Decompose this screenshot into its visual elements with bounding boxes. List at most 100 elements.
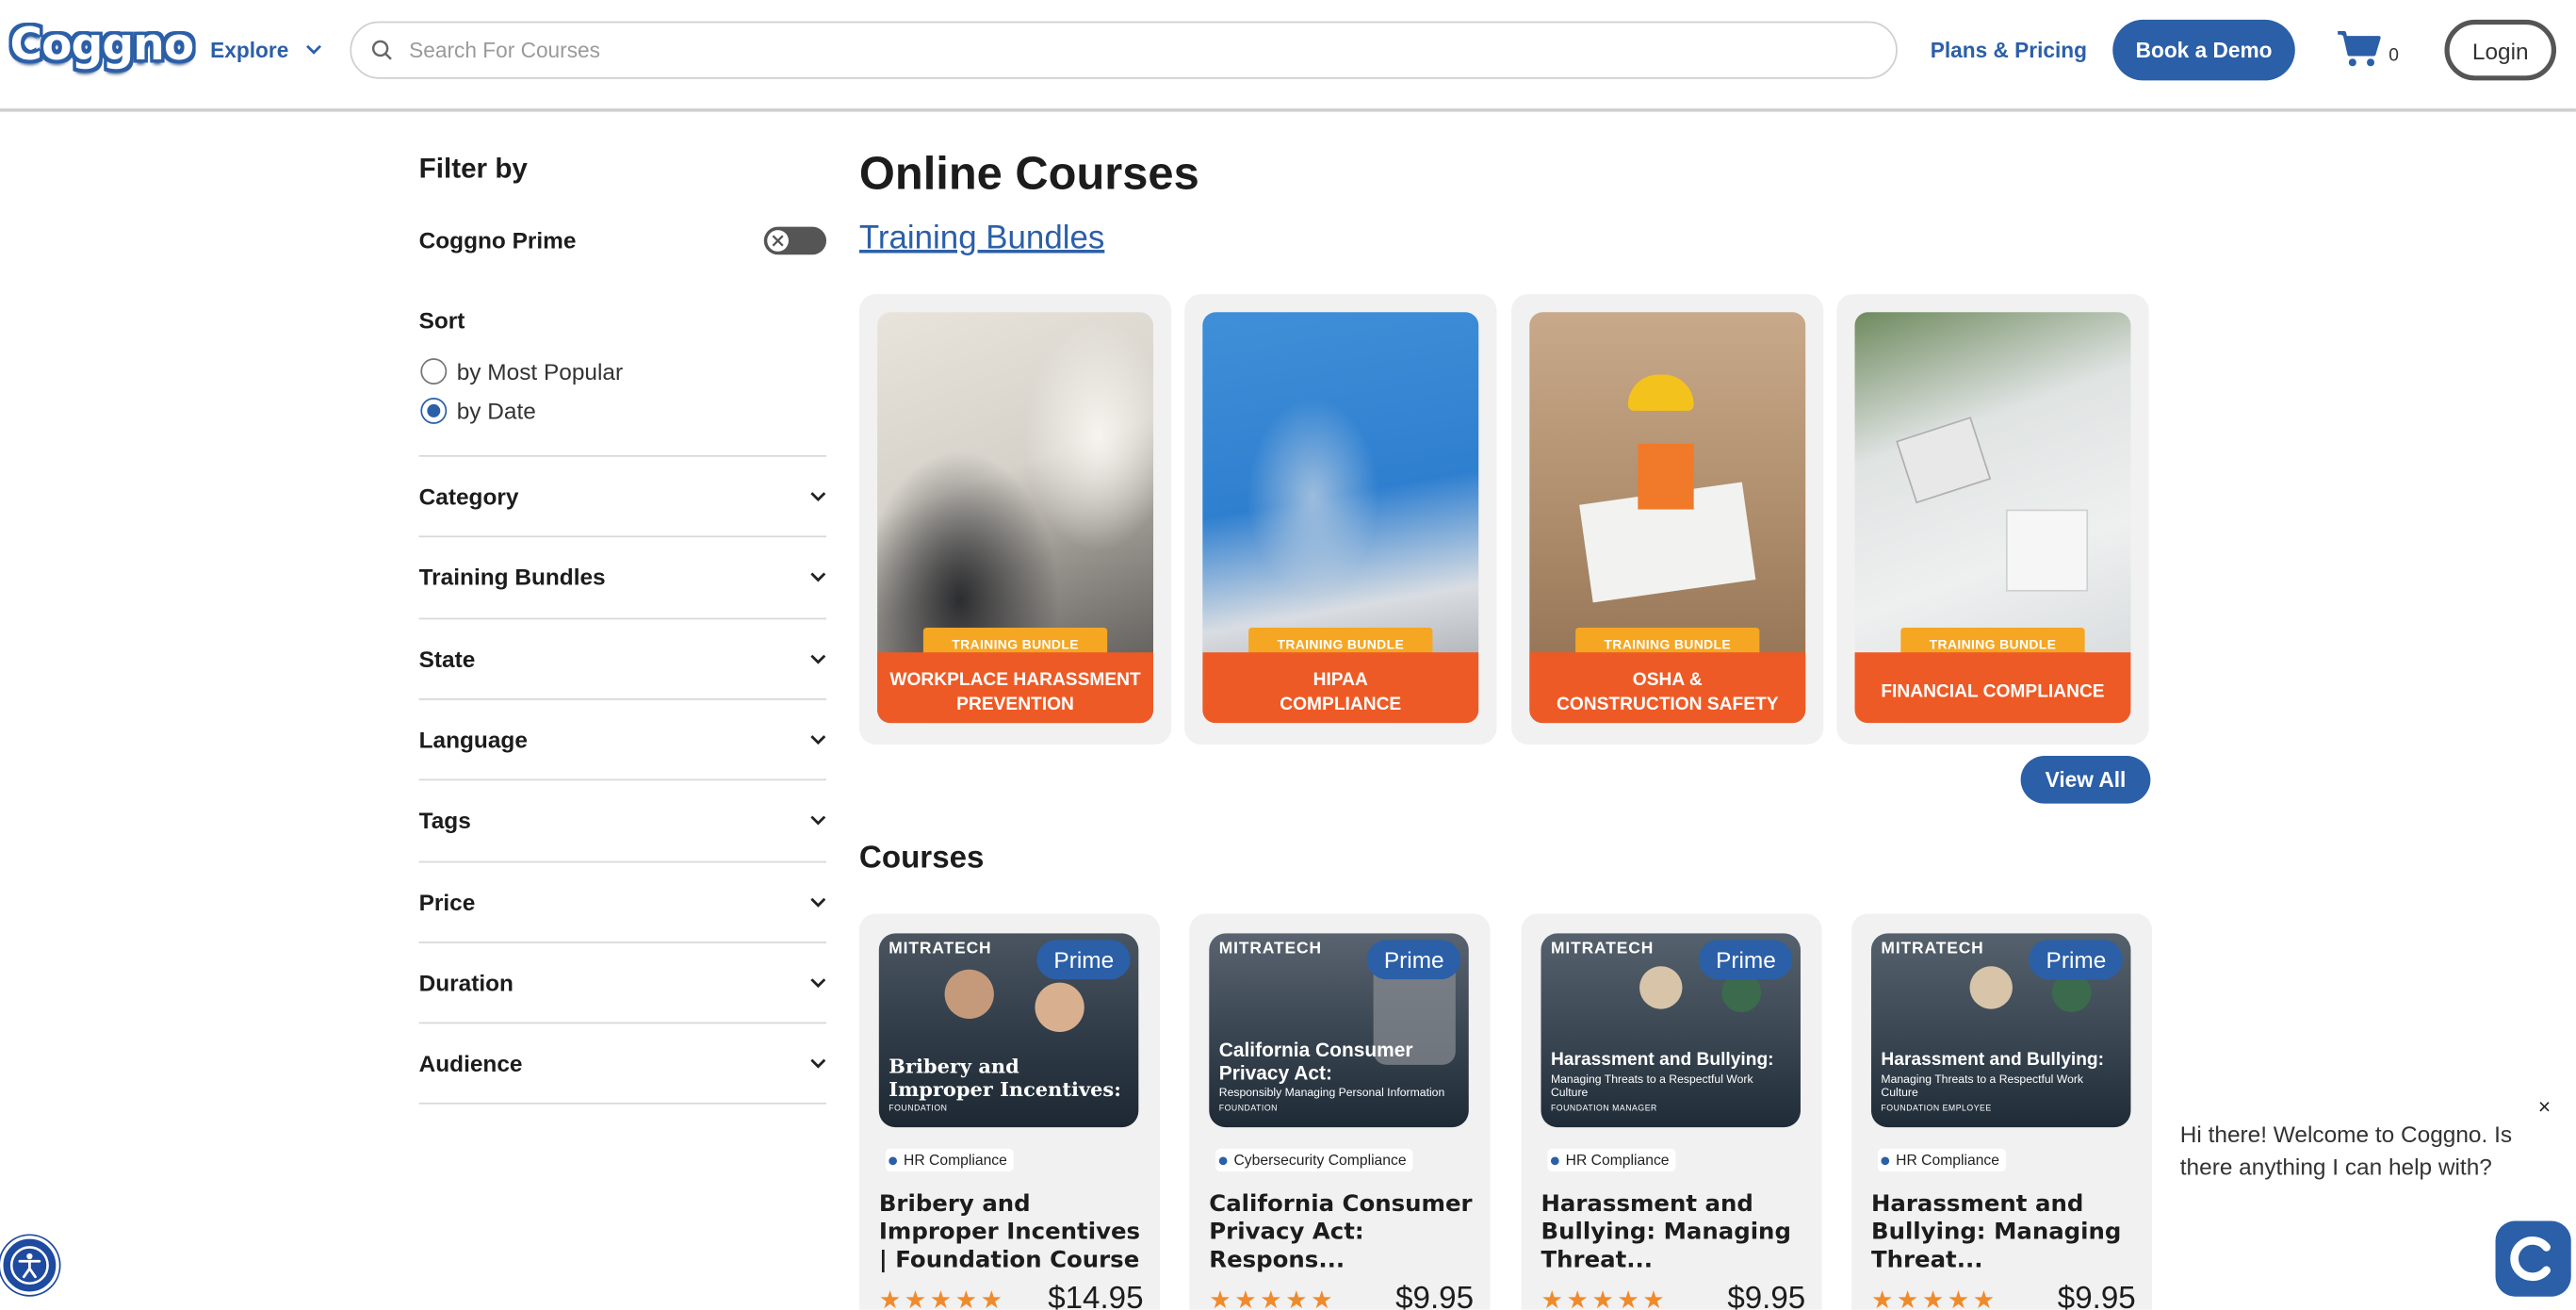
sort-option-label: by Most Popular bbox=[456, 358, 624, 385]
category-tag: HR Compliance bbox=[1547, 1148, 1676, 1172]
cart-button[interactable]: 0 bbox=[2336, 29, 2399, 69]
chat-icon bbox=[2510, 1236, 2551, 1282]
course-image: MITRATECH Prime California Consumer Priv… bbox=[1209, 933, 1469, 1128]
course-card[interactable]: MITRATECH Prime California Consumer Priv… bbox=[1189, 913, 1491, 1310]
category-label: HR Compliance bbox=[903, 1152, 1007, 1169]
image-title: Bribery and Improper Incentives: bbox=[889, 1055, 1121, 1102]
image-title: Harassment and Bullying: bbox=[1881, 1050, 2105, 1071]
plans-pricing-link[interactable]: Plans & Pricing bbox=[1931, 38, 2087, 62]
explore-label: Explore bbox=[210, 38, 289, 63]
close-icon bbox=[772, 235, 784, 247]
sort-title: Sort bbox=[418, 307, 465, 334]
facet-label: Duration bbox=[418, 969, 514, 996]
facet-label: Category bbox=[418, 483, 519, 510]
search-bar bbox=[350, 21, 1898, 79]
chat-message: Hi there! Welcome to Coggno. Is there an… bbox=[2179, 1121, 2513, 1180]
course-card[interactable]: MITRATECH Prime Harassment and Bullying:… bbox=[1521, 913, 1822, 1310]
star-icon: ★ bbox=[1947, 1286, 1970, 1310]
course-name[interactable]: Harassment and Bullying: Managing Threat… bbox=[1871, 1191, 2137, 1275]
course-rating: ★ ★ ★ ★ ★ bbox=[1541, 1285, 1664, 1309]
bundle-title-line: OSHA & bbox=[1632, 669, 1703, 690]
courses-title: Courses bbox=[858, 841, 985, 876]
category-tag: HR Compliance bbox=[1877, 1148, 2006, 1172]
chevron-down-icon bbox=[810, 977, 826, 988]
course-price: $9.95 bbox=[1395, 1282, 1475, 1310]
category-dot bbox=[1881, 1155, 1890, 1165]
sort-option-label: by Date bbox=[456, 397, 536, 424]
course-card[interactable]: MITRATECH Prime Bribery and Improper Inc… bbox=[858, 913, 1160, 1310]
facet-state[interactable]: State bbox=[418, 617, 827, 698]
course-card[interactable]: MITRATECH Prime Harassment and Bullying:… bbox=[1851, 913, 2153, 1310]
facet-price[interactable]: Price bbox=[418, 860, 827, 942]
category-tag: HR Compliance bbox=[885, 1148, 1014, 1172]
category-dot bbox=[889, 1155, 898, 1165]
star-icon: ★ bbox=[1617, 1286, 1639, 1310]
image-tag: FOUNDATION bbox=[1218, 1104, 1278, 1115]
star-icon: ★ bbox=[1209, 1286, 1231, 1310]
star-icon: ★ bbox=[1234, 1286, 1257, 1310]
radio-by-date[interactable] bbox=[420, 397, 448, 424]
course-image-title: Bribery and Improper Incentives: FOUNDAT… bbox=[889, 1055, 1129, 1114]
facet-training-bundles[interactable]: Training Bundles bbox=[418, 535, 827, 615]
course-price: $14.95 bbox=[1048, 1282, 1144, 1310]
star-icon: ★ bbox=[1972, 1286, 1996, 1310]
view-all-button[interactable]: View All bbox=[2020, 756, 2151, 804]
book-demo-button[interactable]: Book a Demo bbox=[2112, 19, 2295, 81]
facet-duration[interactable]: Duration bbox=[418, 942, 827, 1022]
facet-category[interactable]: Category bbox=[418, 454, 827, 535]
coggno-prime-label: Coggno Prime bbox=[418, 226, 577, 254]
search-input[interactable] bbox=[409, 38, 1822, 63]
chevron-down-icon bbox=[810, 734, 826, 745]
bundle-card-hipaa[interactable]: TRAINING BUNDLE HIPAA COMPLIANCE bbox=[1184, 294, 1497, 745]
category-label: HR Compliance bbox=[1565, 1152, 1670, 1169]
chevron-down-icon bbox=[810, 571, 826, 581]
sort-most-popular[interactable]: by Most Popular bbox=[420, 358, 623, 385]
image-title: Harassment and Bullying: bbox=[1550, 1050, 1774, 1071]
facet-tags[interactable]: Tags bbox=[418, 778, 827, 859]
star-icon: ★ bbox=[904, 1286, 927, 1310]
bundle-card-financial[interactable]: TRAINING BUNDLE FINANCIAL COMPLIANCE bbox=[1836, 294, 2149, 745]
star-icon: ★ bbox=[1591, 1286, 1614, 1310]
star-icon: ★ bbox=[1896, 1286, 1919, 1310]
brand-label: MITRATECH bbox=[1550, 940, 1655, 958]
coggno-prime-toggle[interactable] bbox=[763, 226, 827, 255]
brand-label: MITRATECH bbox=[1881, 940, 1984, 958]
bundle-title: HIPAA COMPLIANCE bbox=[1202, 652, 1479, 724]
course-rating: ★ ★ ★ ★ ★ bbox=[1209, 1285, 1332, 1309]
bundle-title-line: WORKPLACE HARASSMENT bbox=[889, 669, 1141, 690]
training-bundles-link[interactable]: Training Bundles bbox=[859, 221, 1104, 258]
search-icon bbox=[371, 40, 392, 60]
category-dot bbox=[1550, 1155, 1559, 1165]
site-header: Coggno Explore Plans & Pricing Book a De… bbox=[0, 0, 2576, 112]
bundle-image: TRAINING BUNDLE WORKPLACE HARASSMENT PREV… bbox=[877, 312, 1154, 724]
course-name[interactable]: Bribery and Improper Incentives | Founda… bbox=[879, 1191, 1145, 1275]
facet-audience[interactable]: Audience bbox=[418, 1022, 827, 1103]
course-name[interactable]: California Consumer Privacy Act: Respons… bbox=[1209, 1191, 1475, 1275]
accessibility-icon bbox=[9, 1246, 49, 1285]
image-tag: FOUNDATION EMPLOYEE bbox=[1881, 1104, 1992, 1115]
bundle-image: TRAINING BUNDLE OSHA & CONSTRUCTION SAFET… bbox=[1529, 312, 1806, 724]
bundle-card-osha[interactable]: TRAINING BUNDLE OSHA & CONSTRUCTION SAFET… bbox=[1511, 294, 1824, 745]
course-name[interactable]: Harassment and Bullying: Managing Threat… bbox=[1541, 1191, 1806, 1275]
facet-language[interactable]: Language bbox=[418, 698, 827, 778]
chevron-down-icon bbox=[810, 653, 826, 663]
login-button[interactable]: Login bbox=[2444, 19, 2557, 81]
course-rating: ★ ★ ★ ★ ★ bbox=[879, 1285, 1003, 1309]
sort-by-date[interactable]: by Date bbox=[420, 397, 536, 424]
bundle-title-line: HIPAA bbox=[1312, 669, 1368, 690]
bundle-title-line: COMPLIANCE bbox=[1280, 694, 1402, 714]
brand-label: MITRATECH bbox=[1218, 940, 1322, 958]
chat-launcher-button[interactable] bbox=[2495, 1220, 2571, 1297]
chevron-down-icon bbox=[810, 491, 826, 501]
explore-menu[interactable]: Explore bbox=[210, 38, 321, 62]
bundle-card-harassment[interactable]: TRAINING BUNDLE WORKPLACE HARASSMENT PREV… bbox=[858, 294, 1172, 745]
accessibility-button[interactable] bbox=[0, 1236, 59, 1295]
coggno-logo[interactable]: Coggno bbox=[9, 20, 194, 71]
bundle-title-line: CONSTRUCTION SAFETY bbox=[1557, 694, 1779, 714]
chevron-down-icon bbox=[810, 896, 826, 907]
chat-close-icon[interactable]: × bbox=[2538, 1094, 2551, 1119]
course-price: $9.95 bbox=[1727, 1282, 1806, 1310]
star-icon: ★ bbox=[929, 1286, 953, 1310]
facet-divider bbox=[418, 1102, 827, 1105]
radio-most-popular[interactable] bbox=[420, 358, 448, 385]
